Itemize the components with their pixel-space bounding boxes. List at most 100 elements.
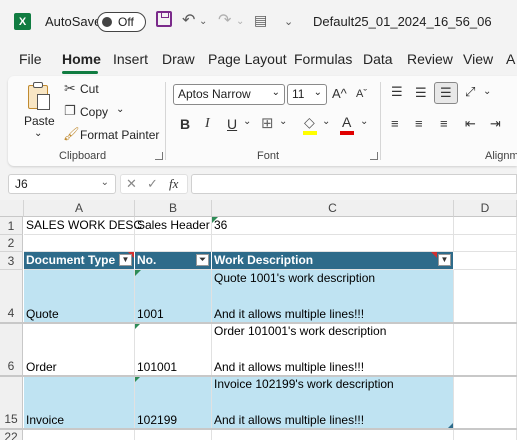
- row-header-2[interactable]: 2: [0, 235, 23, 252]
- tab-overflow[interactable]: A: [506, 51, 515, 67]
- copy-dropdown-icon[interactable]: ⌄: [116, 104, 124, 115]
- copy-icon[interactable]: ❐: [64, 103, 76, 119]
- row-header-15[interactable]: 15: [0, 376, 23, 429]
- cut-button[interactable]: Cut: [80, 82, 99, 96]
- tab-data[interactable]: Data: [363, 51, 393, 67]
- cancel-icon[interactable]: ✕: [126, 176, 137, 192]
- cell-c2[interactable]: [212, 235, 454, 252]
- table-header-no[interactable]: No. ⏷: [135, 252, 212, 270]
- form-icon[interactable]: ▤: [254, 12, 267, 29]
- orientation-dropdown-icon[interactable]: ⌄: [483, 86, 491, 97]
- font-launcher-icon[interactable]: [370, 152, 378, 160]
- table-row-15-type[interactable]: Invoice: [24, 376, 135, 429]
- align-top-icon[interactable]: ☰: [391, 84, 403, 100]
- fill-color-dropdown-icon[interactable]: ⌄: [322, 116, 330, 127]
- select-all-corner[interactable]: [0, 200, 24, 217]
- orientation-icon[interactable]: ⤢: [465, 84, 475, 100]
- table-row-6-no[interactable]: 101001: [135, 323, 212, 376]
- tab-insert[interactable]: Insert: [113, 51, 148, 67]
- decrease-font-size-icon[interactable]: Aˇ: [356, 88, 367, 100]
- paste-button[interactable]: Paste: [24, 114, 55, 128]
- increase-indent-icon[interactable]: ⇥: [490, 116, 501, 132]
- row-header-22[interactable]: 22: [0, 429, 23, 440]
- underline-dropdown-icon[interactable]: ⌄: [243, 116, 251, 127]
- table-row-6-description[interactable]: Order 101001's work description And it a…: [212, 323, 454, 376]
- filter-dropdown-icon[interactable]: ▼: [119, 254, 132, 266]
- redo-icon[interactable]: ↷: [218, 10, 231, 30]
- copy-button[interactable]: Copy: [80, 105, 108, 119]
- table-row-4-description[interactable]: Quote 1001's work description And it all…: [212, 270, 454, 323]
- cell-c1[interactable]: 36: [212, 217, 454, 235]
- cell-d3[interactable]: [454, 252, 517, 270]
- format-painter-icon[interactable]: 🖌: [63, 126, 80, 142]
- table-row-15-no[interactable]: 102199: [135, 376, 212, 429]
- cell-d15[interactable]: [454, 376, 517, 429]
- format-painter-button[interactable]: Format Painter: [80, 128, 159, 142]
- cell-d1[interactable]: [454, 217, 517, 235]
- tab-file[interactable]: File: [19, 51, 42, 67]
- column-header-c[interactable]: C: [212, 200, 454, 217]
- cut-icon[interactable]: ✂: [64, 80, 76, 97]
- column-header-d[interactable]: D: [454, 200, 517, 217]
- cell-d22[interactable]: [454, 429, 517, 440]
- tab-review[interactable]: Review: [407, 51, 453, 67]
- cell-a2[interactable]: [24, 235, 135, 252]
- table-header-document-type[interactable]: Document Type ▼: [24, 252, 135, 270]
- italic-button[interactable]: I: [205, 116, 210, 132]
- cell-b1[interactable]: Sales Header: [135, 217, 212, 235]
- row-header-1[interactable]: 1: [0, 217, 23, 235]
- underline-button[interactable]: U: [227, 116, 237, 132]
- paste-dropdown-icon[interactable]: ⌄: [34, 128, 42, 139]
- tab-formulas[interactable]: Formulas: [294, 51, 352, 67]
- undo-icon[interactable]: ↶: [182, 10, 195, 30]
- tab-page-layout[interactable]: Page Layout: [208, 51, 287, 67]
- autosave-toggle[interactable]: Off: [97, 12, 146, 32]
- bold-button[interactable]: B: [180, 116, 190, 132]
- table-row-15-description[interactable]: Invoice 102199's work description And it…: [212, 376, 454, 429]
- borders-icon[interactable]: ⊞: [261, 114, 274, 132]
- font-color-icon[interactable]: A: [342, 114, 351, 130]
- undo-dropdown-icon[interactable]: ⌄: [199, 16, 207, 27]
- cell-b22[interactable]: [135, 429, 212, 440]
- font-color-dropdown-icon[interactable]: ⌄: [360, 116, 368, 127]
- column-header-a[interactable]: A: [24, 200, 135, 217]
- redo-dropdown-icon[interactable]: ⌄: [236, 16, 244, 27]
- increase-font-size-icon[interactable]: A^: [332, 86, 347, 101]
- enter-icon[interactable]: ✓: [147, 176, 158, 192]
- insert-function-icon[interactable]: fx: [169, 176, 178, 192]
- row-header-3[interactable]: 3: [0, 252, 23, 270]
- name-box[interactable]: J6 ⌄: [8, 174, 116, 194]
- paste-icon[interactable]: [26, 82, 52, 112]
- save-icon[interactable]: [156, 11, 172, 27]
- column-header-b[interactable]: B: [135, 200, 212, 217]
- cell-d6[interactable]: [454, 323, 517, 376]
- fill-color-icon[interactable]: ◇: [304, 114, 315, 131]
- align-left-icon[interactable]: ≡: [391, 116, 399, 131]
- align-center-icon[interactable]: ≡: [415, 116, 423, 131]
- row-header-4[interactable]: 4: [0, 270, 23, 323]
- customize-chevron-icon[interactable]: ⌄: [284, 15, 293, 28]
- tab-draw[interactable]: Draw: [162, 51, 195, 67]
- font-size-select[interactable]: 11 ⌄: [287, 84, 327, 105]
- font-name-select[interactable]: Aptos Narrow ⌄: [173, 84, 285, 105]
- cell-b2[interactable]: [135, 235, 212, 252]
- cell-d2[interactable]: [454, 235, 517, 252]
- borders-dropdown-icon[interactable]: ⌄: [279, 116, 287, 127]
- row-header-6[interactable]: 6: [0, 323, 23, 376]
- table-header-work-description[interactable]: Work Description ▼: [212, 252, 454, 270]
- align-middle-icon[interactable]: ☰: [415, 85, 427, 101]
- filter-applied-icon[interactable]: ⏷: [196, 254, 209, 266]
- clipboard-launcher-icon[interactable]: [155, 152, 163, 160]
- cell-d4[interactable]: [454, 270, 517, 323]
- align-right-icon[interactable]: ≡: [440, 116, 448, 131]
- tab-home[interactable]: Home: [62, 51, 101, 67]
- formula-input[interactable]: [191, 174, 517, 194]
- cell-a22[interactable]: [24, 429, 135, 440]
- filter-dropdown-icon[interactable]: ▼: [438, 254, 451, 266]
- table-row-6-type[interactable]: Order: [24, 323, 135, 376]
- table-row-4-no[interactable]: 1001: [135, 270, 212, 323]
- cell-c22[interactable]: [212, 429, 454, 440]
- cell-a1[interactable]: SALES WORK DESC: [24, 217, 142, 235]
- decrease-indent-icon[interactable]: ⇤: [465, 116, 476, 132]
- table-row-4-type[interactable]: Quote: [24, 270, 135, 323]
